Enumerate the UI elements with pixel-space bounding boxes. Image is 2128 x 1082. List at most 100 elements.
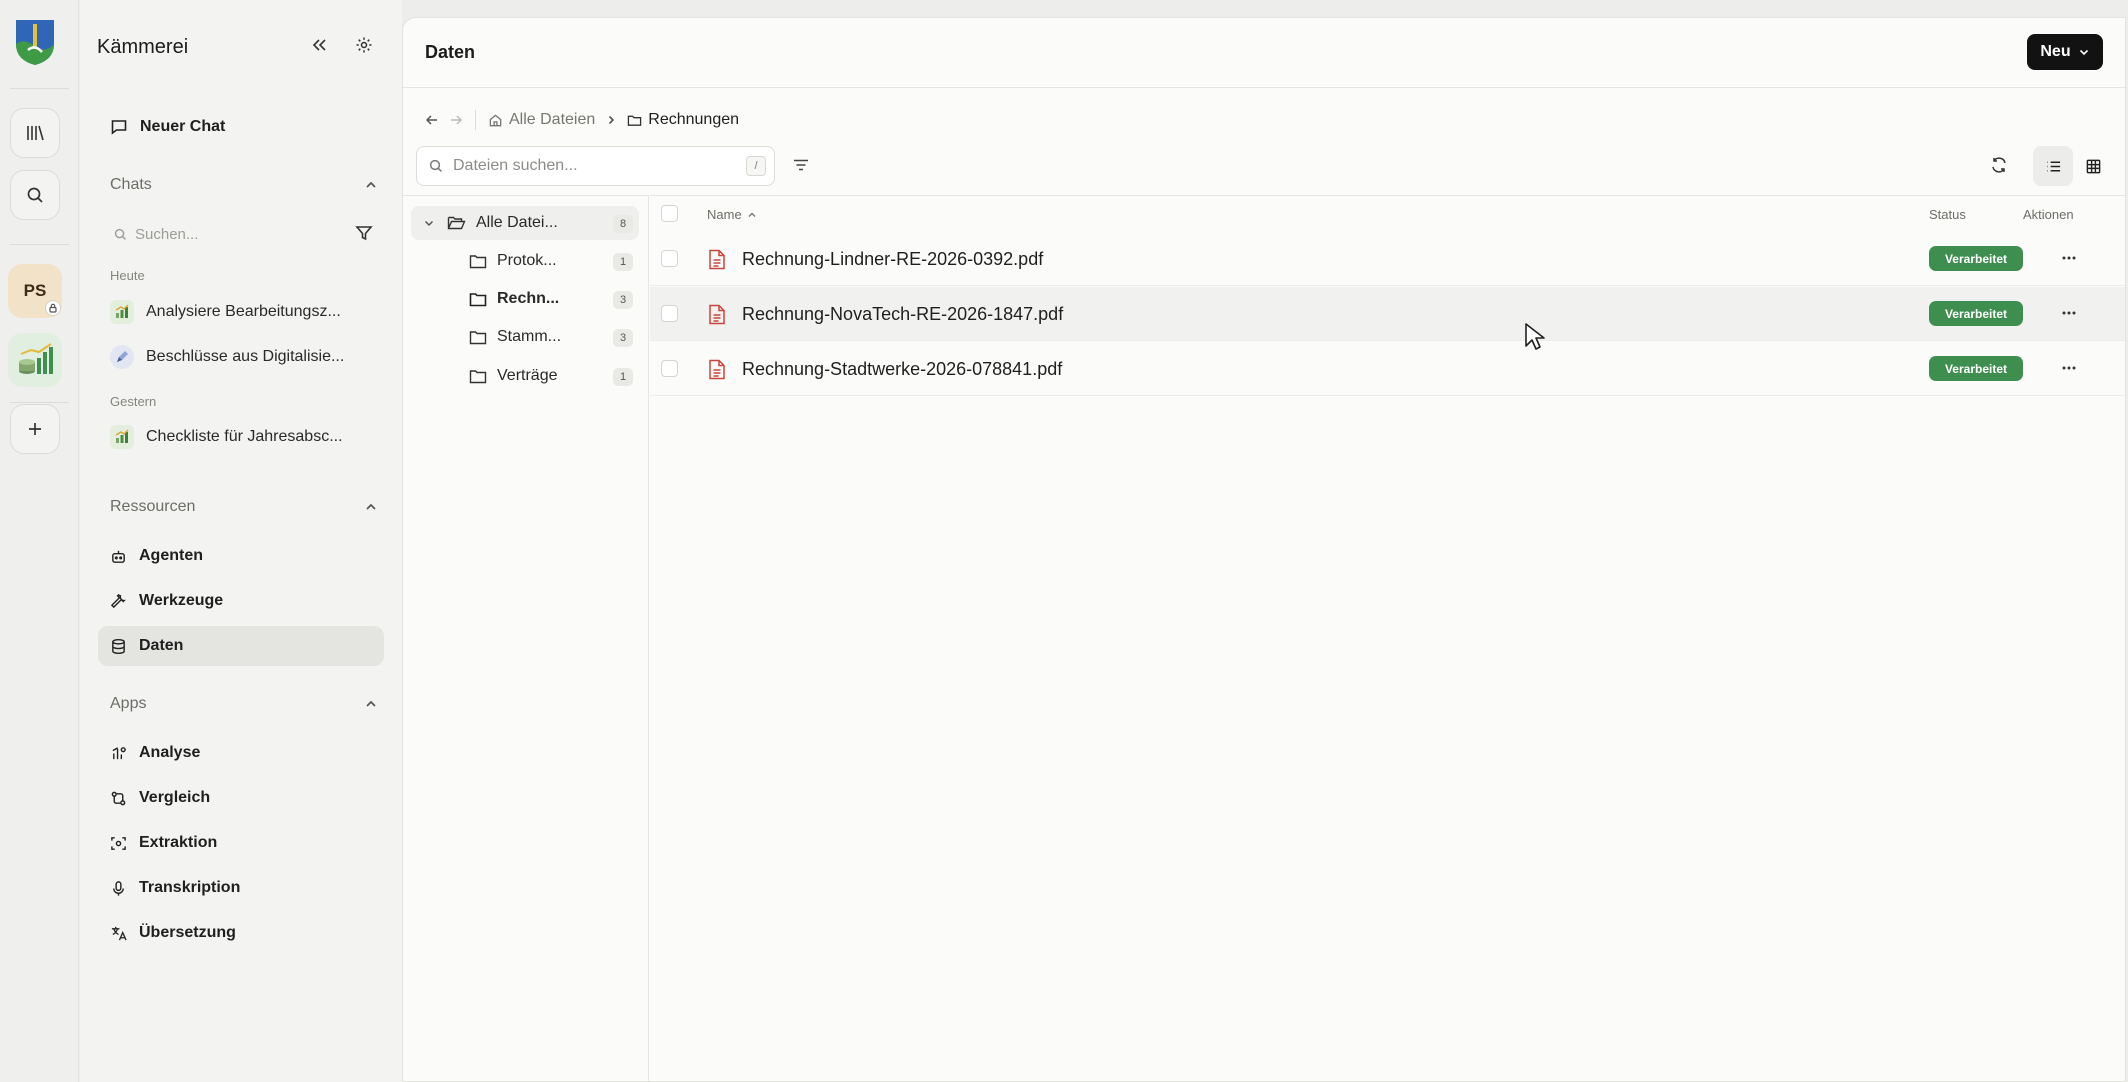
search-button[interactable] — [10, 170, 60, 220]
municipal-crest-logo[interactable] — [14, 18, 56, 66]
chat-search-placeholder: Suchen... — [135, 225, 199, 243]
folder-icon — [469, 369, 487, 384]
sidebar-item-analyse[interactable]: Analyse — [98, 733, 384, 773]
file-name[interactable]: Rechnung-Lindner-RE-2026-0392.pdf — [742, 249, 1043, 270]
chevron-down-icon[interactable] — [423, 217, 435, 229]
plus-icon — [27, 421, 43, 437]
file-name[interactable]: Rechnung-NovaTech-RE-2026-1847.pdf — [742, 304, 1063, 325]
chats-section-header[interactable]: Chats — [110, 173, 378, 197]
row-checkbox[interactable] — [661, 250, 678, 267]
today-label: Heute — [110, 268, 145, 283]
table-row[interactable]: Rechnung-NovaTech-RE-2026-1847.pdf Verar… — [650, 287, 2125, 341]
chevrons-left-icon — [310, 36, 328, 54]
sidebar-item-daten[interactable]: Daten — [98, 626, 384, 666]
add-workspace-button[interactable] — [10, 404, 60, 454]
search-icon — [114, 228, 127, 241]
file-search[interactable]: / — [416, 146, 775, 186]
table-row[interactable]: Rechnung-Stadtwerke-2026-078841.pdf Vera… — [650, 342, 2125, 396]
search-shortcut-hint: / — [746, 156, 766, 176]
column-header-name[interactable]: Name — [707, 207, 757, 222]
back-arrow-icon[interactable] — [425, 113, 439, 127]
tree-node-root[interactable]: Alle Datei... 8 — [411, 206, 639, 240]
search-icon — [429, 159, 443, 173]
page-title: Daten — [425, 42, 476, 62]
more-actions-icon[interactable] — [2060, 249, 2078, 267]
forward-arrow-icon[interactable] — [449, 113, 463, 127]
main-header: Daten Neu — [403, 18, 2125, 88]
file-name[interactable]: Rechnung-Stadtwerke-2026-078841.pdf — [742, 359, 1062, 380]
column-header-status: Status — [1929, 207, 1966, 222]
pdf-file-icon — [708, 249, 726, 270]
chat-item[interactable]: Beschlüsse aus Digitalisie... — [110, 342, 380, 372]
sidebar-item-extraktion[interactable]: Extraktion — [98, 823, 384, 863]
breadcrumb-current-label: Rechnungen — [648, 111, 740, 128]
sidebar-item-label: Werkzeuge — [139, 592, 224, 609]
tree-node-count: 3 — [613, 329, 633, 347]
sidebar-item-label: Vergleich — [139, 789, 211, 806]
sort-filter-button[interactable] — [792, 156, 810, 174]
tree-node-count: 1 — [613, 253, 633, 271]
row-checkbox[interactable] — [661, 360, 678, 377]
chevron-right-icon — [605, 114, 617, 126]
tree-node-folder[interactable]: Verträge 1 — [469, 359, 639, 393]
chat-search[interactable]: Suchen... — [108, 218, 340, 250]
sidebar-item-transkription[interactable]: Transkription — [98, 868, 384, 908]
new-chat-button[interactable]: Neuer Chat — [98, 107, 384, 147]
status-badge: Verarbeitet — [1929, 301, 2023, 326]
library-icon — [25, 123, 45, 143]
row-checkbox[interactable] — [661, 305, 678, 322]
refresh-button[interactable] — [1990, 156, 2008, 174]
chat-item[interactable]: Checkliste für Jahresabsc... — [110, 422, 380, 452]
library-button[interactable] — [10, 108, 60, 158]
refresh-icon — [1990, 156, 2008, 174]
chat-filter-button[interactable] — [355, 224, 373, 242]
tree-node-folder[interactable]: Stamm... 3 — [469, 320, 639, 354]
sidebar-item-agenten[interactable]: Agenten — [98, 536, 384, 576]
chevron-down-icon — [2078, 46, 2090, 58]
tree-node-folder[interactable]: Protok... 1 — [469, 244, 639, 278]
finance-app-button[interactable] — [8, 333, 62, 387]
tree-node-count: 3 — [613, 291, 633, 309]
rail-divider — [10, 402, 69, 403]
folder-open-icon — [447, 215, 466, 231]
pdf-file-icon — [708, 359, 726, 380]
tree-node-count: 1 — [613, 368, 633, 386]
grid-view-button[interactable] — [2073, 146, 2113, 186]
more-actions-icon[interactable] — [2060, 304, 2078, 322]
settings-button[interactable] — [355, 36, 373, 54]
file-list: Name Status Aktionen Rechnung-Lindner-RE… — [650, 195, 2125, 1081]
sidebar-item-werkzeuge[interactable]: Werkzeuge — [98, 581, 384, 621]
file-search-input[interactable] — [453, 157, 723, 175]
more-actions-icon[interactable] — [2060, 359, 2078, 377]
list-view-button[interactable] — [2033, 146, 2073, 186]
sidebar-item-uebersetzung[interactable]: Übersetzung — [98, 913, 384, 953]
collapse-sidebar-button[interactable] — [310, 36, 328, 54]
chat-item[interactable]: Analysiere Bearbeitungsz... — [110, 297, 380, 327]
breadcrumb-root[interactable]: Alle Dateien — [488, 111, 595, 129]
wrench-icon — [110, 593, 127, 610]
new-button[interactable]: Neu — [2027, 34, 2103, 70]
lock-icon — [45, 300, 61, 316]
sidebar-item-vergleich[interactable]: Vergleich — [98, 778, 384, 818]
main-panel: Daten Neu Alle Dateien Rechnungen Dateie… — [402, 17, 2126, 1082]
translate-icon — [110, 925, 127, 942]
compare-icon — [110, 790, 127, 807]
column-header-name-label: Name — [707, 207, 742, 222]
table-header: Name Status Aktionen — [650, 196, 2125, 232]
pdf-file-icon — [708, 304, 726, 325]
breadcrumb: Alle Dateien Rechnungen — [425, 108, 739, 132]
chart-icon — [110, 425, 134, 449]
rail-divider — [10, 244, 69, 245]
tree-node-folder[interactable]: Rechn... 3 — [469, 282, 639, 316]
resources-section-header[interactable]: Ressourcen — [110, 495, 378, 519]
select-all-checkbox[interactable] — [661, 205, 678, 222]
tree-node-label: Rechn... — [497, 290, 560, 307]
chart-icon — [110, 300, 134, 324]
folder-icon — [469, 292, 487, 307]
new-chat-label: Neuer Chat — [140, 118, 226, 135]
workspace-avatar[interactable]: PS — [8, 264, 62, 318]
table-row[interactable]: Rechnung-Lindner-RE-2026-0392.pdf Verarb… — [650, 232, 2125, 286]
chevron-up-icon — [364, 178, 378, 192]
apps-section-header[interactable]: Apps — [110, 692, 378, 716]
chevron-up-icon — [364, 500, 378, 514]
